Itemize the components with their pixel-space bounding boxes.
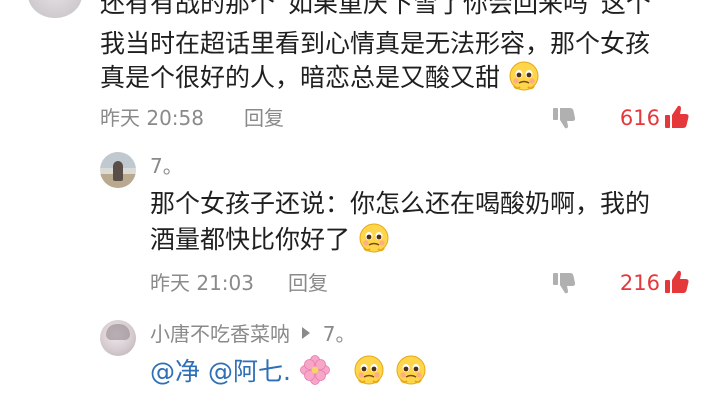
thumbs-down-icon: [553, 108, 576, 129]
comment-text-line: 我当时在超话里看到心情真是无法形容，那个女孩: [100, 29, 651, 58]
comment-author[interactable]: 小唐不吃香菜呐: [150, 322, 290, 346]
pleading-face-emoji-icon: [358, 222, 390, 264]
pleading-face-emoji-icon: [395, 354, 427, 396]
thumbs-up-icon: [665, 270, 689, 293]
cherry-blossom-emoji-icon: [299, 354, 331, 396]
reply-button[interactable]: 回复: [288, 271, 328, 295]
avatar[interactable]: [100, 152, 136, 188]
like-button[interactable]: [664, 104, 690, 134]
thumbs-up-icon: [665, 105, 689, 128]
comment-timestamp: 昨天 20:58: [100, 106, 204, 130]
avatar[interactable]: [28, 0, 82, 18]
comment-timestamp: 昨天 21:03: [150, 271, 254, 295]
comment-text-fragment: 真是个很好的人，暗恋总是又酸又甜: [100, 63, 501, 92]
avatar[interactable]: [100, 320, 136, 356]
like-count: 216: [619, 271, 660, 295]
comment-text-line: @净 @阿七.: [150, 354, 427, 396]
mention-link[interactable]: @净: [150, 357, 200, 386]
dislike-button[interactable]: [552, 271, 578, 299]
comment-text-line: 真是个很好的人，暗恋总是又酸又甜: [100, 60, 540, 102]
like-count: 616: [619, 106, 660, 130]
reply-button[interactable]: 回复: [244, 106, 284, 130]
comment-author[interactable]: 7。: [150, 154, 183, 178]
comment-text-fragment: 酒量都快比你好了: [150, 225, 351, 254]
like-button[interactable]: [664, 269, 690, 299]
comment-thread: 还有有战的那个“如果重庆下雪了你会回来吗”这个 我当时在超话里看到心情真是无法形…: [0, 0, 720, 405]
mention-link[interactable]: @阿七.: [208, 357, 291, 386]
thumbs-down-icon: [553, 273, 576, 294]
comment-text-line: 那个女孩子还说：你怎么还在喝酸奶啊，我的: [150, 189, 651, 218]
reply-target-author[interactable]: 7。: [323, 322, 356, 346]
comment-author-line: 小唐不吃香菜呐 7。: [150, 321, 355, 346]
reply-arrow-icon: [300, 321, 312, 345]
dislike-button[interactable]: [552, 106, 578, 134]
pleading-face-emoji-icon: [353, 354, 385, 396]
pleading-face-emoji-icon: [508, 60, 540, 102]
comment-text-line: 酒量都快比你好了: [150, 222, 390, 264]
comment-text-line: 还有有战的那个“如果重庆下雪了你会回来吗”这个: [100, 0, 651, 18]
